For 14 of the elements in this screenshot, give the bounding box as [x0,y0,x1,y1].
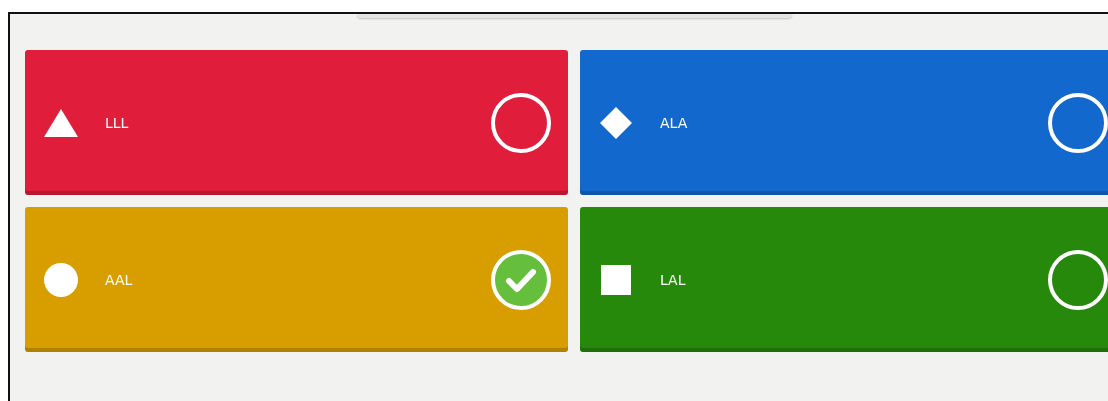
radio-circle[interactable] [1047,91,1108,154]
answer-card[interactable]: LAL [580,207,1108,352]
radio-circle[interactable] [1047,248,1108,311]
radio-circle[interactable] [490,91,552,154]
answer-card[interactable]: AAL [25,207,568,352]
circle-icon [43,261,79,298]
check-icon[interactable] [490,248,552,311]
answer-label: ALA [660,114,689,131]
answer-card[interactable]: LLL [25,50,568,195]
diamond-icon [598,104,634,141]
answer-label: LAL [660,271,687,288]
answer-card[interactable]: ALA [580,50,1108,195]
answer-label: AAL [105,271,134,288]
answer-label: LLL [105,114,130,131]
